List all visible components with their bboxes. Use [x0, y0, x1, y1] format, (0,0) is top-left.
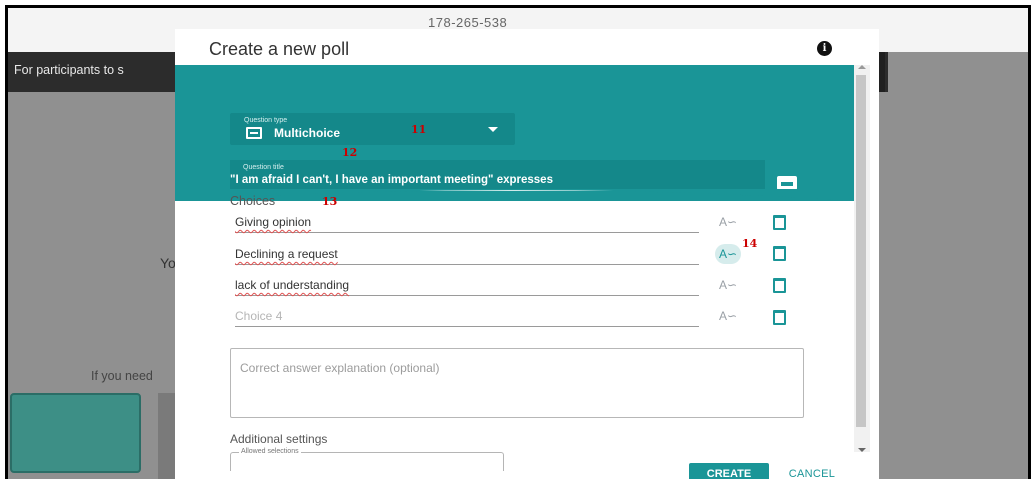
trash-icon[interactable] [773, 215, 786, 230]
annotation-11: 11 [411, 123, 427, 136]
choice-4-field[interactable]: Choice 4 [235, 304, 699, 327]
question-title-label: Question title [243, 164, 284, 171]
chevron-down-icon [488, 127, 498, 132]
choice-2-text: Declining a request [235, 247, 338, 261]
banner-text: For participants to s [14, 63, 124, 77]
background-text: Yo [160, 255, 176, 271]
screenshot-frame: 178-265-538 For participants to s Yo If … [5, 5, 1031, 479]
create-poll-dialog: Create a new poll i Question type Multic… [175, 29, 879, 479]
spellcheck-toggle-3[interactable]: A∽ [715, 275, 741, 295]
image-icon[interactable] [777, 176, 797, 190]
choice-2-value: Declining a request [235, 247, 338, 261]
question-header: Question type Multichoice 11 Question ti… [175, 65, 855, 201]
annotation-14: 14 [742, 237, 758, 250]
meeting-id: 178-265-538 [428, 15, 508, 30]
info-icon[interactable]: i [817, 41, 832, 56]
scrollbar-thumb[interactable] [856, 75, 866, 427]
trash-icon[interactable] [773, 310, 786, 325]
background-thumbnail[interactable] [10, 393, 141, 473]
choice-3-field[interactable]: lack of understanding [235, 273, 699, 296]
choice-1-value: Giving opinion [235, 215, 312, 229]
spellcheck-toggle-4[interactable]: A∽ [715, 306, 741, 326]
question-type-label: Question type [244, 117, 288, 124]
explanation-placeholder: Correct answer explanation (optional) [240, 361, 440, 375]
create-button[interactable]: CREATE [689, 463, 769, 479]
allowed-selections-label: Allowed selections [239, 448, 301, 455]
question-type-select[interactable]: Question type Multichoice [230, 113, 515, 145]
annotation-12: 12 [342, 146, 358, 159]
question-title-field[interactable]: Question title "I am afraid I can't, I h… [230, 160, 765, 191]
choice-4-placeholder: Choice 4 [235, 309, 283, 323]
spellcheck-toggle-2[interactable]: A∽ [715, 244, 741, 264]
cancel-button[interactable]: CANCEL [780, 463, 844, 479]
choice-1-field[interactable]: Giving opinion [235, 210, 699, 233]
choices-label: Choices [230, 194, 276, 208]
annotation-13: 13 [322, 195, 338, 208]
dialog-title: Create a new poll [209, 39, 350, 59]
allowed-selections-field[interactable]: Allowed selections [230, 448, 504, 471]
scroll-down-arrow-icon[interactable] [858, 448, 866, 452]
trash-icon[interactable] [773, 278, 786, 293]
trash-icon[interactable] [773, 246, 786, 261]
list-icon [246, 127, 262, 139]
choice-3-text: lack of understanding [235, 278, 349, 292]
choice-1-text: Giving opinion [235, 215, 311, 229]
additional-settings-heading: Additional settings [230, 432, 328, 446]
question-title-value: "I am afraid I can't, I have an importan… [230, 174, 553, 186]
choice-2-field[interactable]: Declining a request [235, 242, 699, 265]
spellcheck-toggle-1[interactable]: A∽ [715, 212, 741, 232]
choice-3-value: lack of understanding [235, 278, 350, 292]
explanation-textarea[interactable]: Correct answer explanation (optional) [230, 348, 804, 418]
background-help-text: If you need [91, 369, 153, 383]
question-type-value: Multichoice [274, 126, 341, 140]
scroll-up-arrow-icon[interactable] [858, 65, 866, 69]
